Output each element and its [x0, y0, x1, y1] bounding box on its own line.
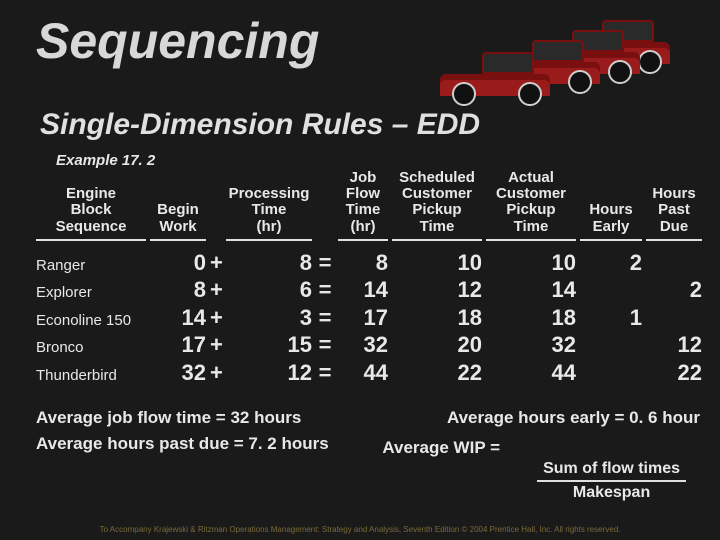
avg-hours-early: Average hours early = 0. 6 hour	[447, 408, 700, 428]
example-label: Example 17. 2	[56, 152, 155, 169]
car-illustration	[430, 20, 690, 108]
cell-sched: 10	[392, 249, 482, 277]
cell-past: 12	[646, 331, 702, 359]
cell-actual: 10	[486, 249, 576, 277]
col-proc: Processing Time (hr)	[226, 186, 312, 235]
cell-eq: =	[316, 304, 334, 332]
header-underline	[36, 237, 700, 241]
table-row: Thunderbird32+12=44224422	[36, 359, 700, 387]
cell-early: 2	[580, 249, 642, 277]
cell-op: +	[210, 276, 222, 304]
cell-proc: 12	[226, 359, 312, 387]
cell-actual: 44	[486, 359, 576, 387]
cell-op: +	[210, 249, 222, 277]
cell-proc: 15	[226, 331, 312, 359]
row-name: Thunderbird	[36, 367, 146, 386]
cell-past: 2	[646, 276, 702, 304]
col-early: Hours Early	[580, 202, 642, 234]
avg-flow-time: Average job flow time = 32 hours	[36, 408, 301, 428]
col-begin: Begin Work	[150, 202, 206, 234]
table-body: Ranger0+8=810102Explorer8+6=1412142Econo…	[36, 249, 700, 387]
table-row: Ranger0+8=810102	[36, 249, 700, 277]
cell-begin: 32	[150, 359, 206, 387]
data-table: Engine Block Sequence Begin Work Process…	[36, 170, 700, 386]
row-name: Econoline 150	[36, 312, 146, 331]
cell-flow: 8	[338, 249, 388, 277]
cell-actual: 32	[486, 331, 576, 359]
table-row: Explorer8+6=1412142	[36, 276, 700, 304]
wip-fraction: Sum of flow times Makespan	[537, 460, 686, 502]
cell-op: +	[210, 359, 222, 387]
col-flow: Job Flow Time (hr)	[338, 170, 388, 235]
table-row: Econoline 15014+3=1718181	[36, 304, 700, 332]
cell-early: 1	[580, 304, 642, 332]
cell-begin: 17	[150, 331, 206, 359]
cell-eq: =	[316, 249, 334, 277]
cell-actual: 14	[486, 276, 576, 304]
slide-subtitle: Single-Dimension Rules – EDD	[40, 108, 480, 142]
table-row: Bronco17+15=32203212	[36, 331, 700, 359]
cell-sched: 22	[392, 359, 482, 387]
cell-begin: 14	[150, 304, 206, 332]
cell-begin: 0	[150, 249, 206, 277]
cell-flow: 44	[338, 359, 388, 387]
row-name: Bronco	[36, 339, 146, 358]
cell-op: +	[210, 304, 222, 332]
cell-eq: =	[316, 359, 334, 387]
slide: Sequencing Single-Dimension Rules – EDD …	[0, 0, 720, 540]
fraction-numerator: Sum of flow times	[537, 460, 686, 482]
col-past: Hours Past Due	[646, 186, 702, 235]
cell-eq: =	[316, 331, 334, 359]
col-actual: Actual Customer Pickup Time	[486, 170, 576, 235]
col-sched: Scheduled Customer Pickup Time	[392, 170, 482, 235]
avg-wip-label: Average WIP =	[382, 438, 500, 458]
summary-stats: Average job flow time = 32 hours Average…	[36, 408, 700, 460]
avg-hours-past-due: Average hours past due = 7. 2 hours	[36, 434, 329, 454]
cell-flow: 32	[338, 331, 388, 359]
row-name: Explorer	[36, 284, 146, 303]
cell-proc: 6	[226, 276, 312, 304]
cell-proc: 3	[226, 304, 312, 332]
copyright-footer: To Accompany Krajewski & Ritzman Operati…	[0, 525, 720, 534]
slide-title: Sequencing	[36, 12, 319, 70]
table-header-row: Engine Block Sequence Begin Work Process…	[36, 170, 700, 237]
cell-proc: 8	[226, 249, 312, 277]
cell-past: 22	[646, 359, 702, 387]
col-engine: Engine Block Sequence	[36, 186, 146, 235]
cell-begin: 8	[150, 276, 206, 304]
cell-actual: 18	[486, 304, 576, 332]
cell-flow: 17	[338, 304, 388, 332]
row-name: Ranger	[36, 257, 146, 276]
cell-op: +	[210, 331, 222, 359]
cell-eq: =	[316, 276, 334, 304]
cell-sched: 20	[392, 331, 482, 359]
fraction-denominator: Makespan	[537, 482, 686, 502]
cell-sched: 18	[392, 304, 482, 332]
cell-sched: 12	[392, 276, 482, 304]
cell-flow: 14	[338, 276, 388, 304]
